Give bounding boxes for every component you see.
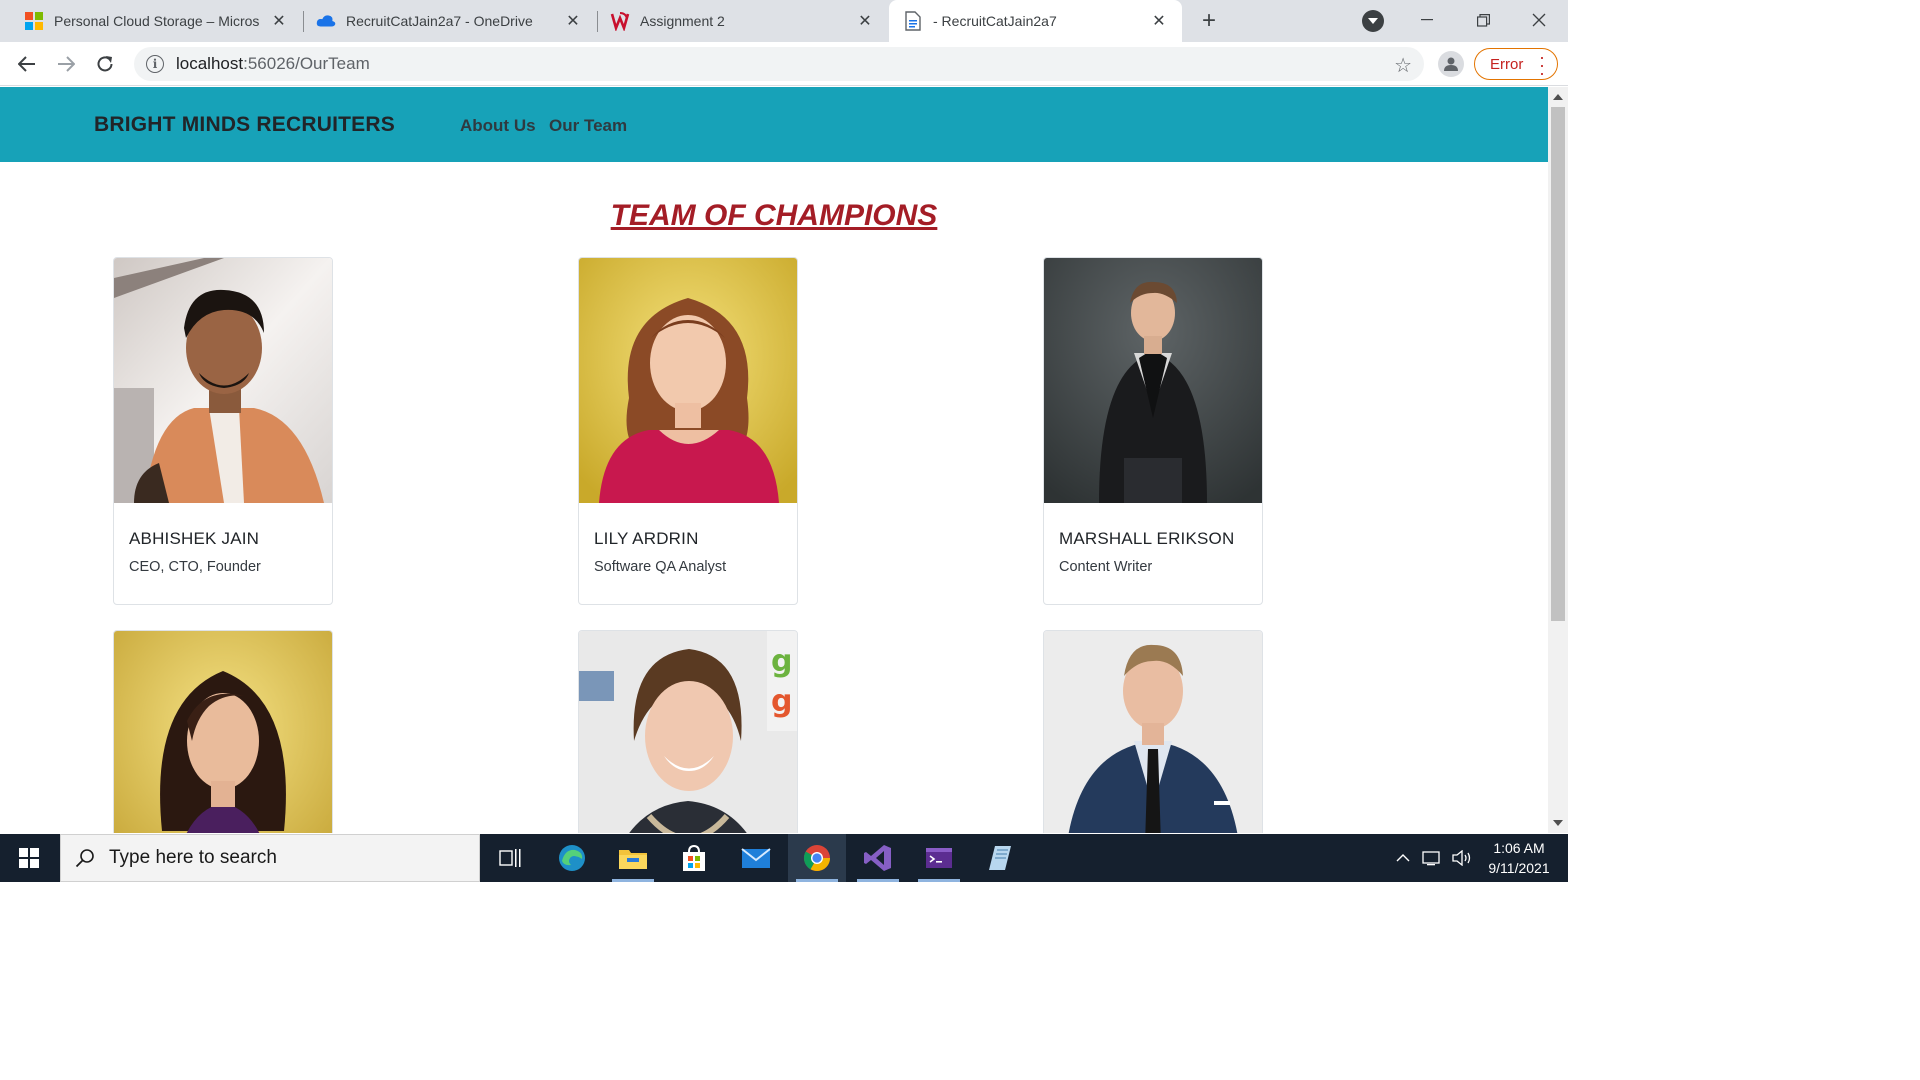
member-photo: g g (579, 631, 797, 833)
back-arrow-icon[interactable] (12, 49, 42, 79)
card-body: ABHISHEK JAIN CEO, CTO, Founder (114, 503, 332, 604)
terminal-app-icon[interactable] (910, 834, 968, 882)
microsoft-store-icon[interactable] (665, 834, 723, 882)
scrollbar-thumb[interactable] (1551, 107, 1565, 621)
page-scrollbar[interactable] (1548, 87, 1568, 833)
member-photo (114, 631, 332, 833)
nav-link-about-us[interactable]: About Us (460, 116, 536, 136)
window-close-icon[interactable] (1512, 0, 1566, 40)
minimize-icon[interactable] (1400, 0, 1454, 40)
system-clock[interactable]: 1:06 AM 9/11/2021 (1474, 838, 1564, 878)
university-logo-icon (610, 11, 630, 31)
team-member-card: ABHISHEK JAIN CEO, CTO, Founder (113, 257, 333, 605)
running-indicator (857, 879, 899, 882)
running-indicator (796, 879, 838, 882)
scroll-down-arrow-icon[interactable] (1553, 820, 1563, 826)
url-text[interactable]: localhost:56026/OurTeam (176, 54, 370, 74)
team-member-card: g g (578, 630, 798, 833)
tab-title: Personal Cloud Storage – Micros (54, 13, 260, 29)
member-photo (579, 258, 797, 503)
tab-title: RecruitCatJain2a7 - OneDrive (346, 13, 533, 29)
scroll-up-arrow-icon[interactable] (1553, 94, 1563, 100)
taskbar-search-input[interactable]: Type here to search (60, 834, 480, 882)
site-info-icon[interactable]: i (146, 55, 164, 73)
address-bar[interactable]: i localhost:56026/OurTeam ☆ (134, 47, 1424, 81)
restore-icon[interactable] (1456, 0, 1510, 40)
reload-icon[interactable] (90, 49, 120, 79)
more-vertical-icon: · · · (1539, 47, 1545, 83)
file-explorer-icon[interactable] (604, 834, 662, 882)
bookmark-star-icon[interactable]: ☆ (1394, 53, 1412, 78)
error-menu-button[interactable]: Error · · · (1474, 47, 1558, 83)
tab-personal-cloud-storage[interactable]: Personal Cloud Storage – Micros ✕ (0, 0, 302, 42)
member-name: LILY ARDRIN (594, 529, 699, 548)
team-member-card (113, 630, 333, 833)
tab-search-chevron-icon[interactable] (1362, 10, 1384, 32)
network-icon[interactable] (1420, 834, 1444, 882)
tab-recruitcat-active[interactable]: - RecruitCatJain2a7 ✕ (889, 0, 1182, 42)
new-tab-plus-icon[interactable]: + (1196, 7, 1222, 34)
tab-title: - RecruitCatJain2a7 (933, 13, 1057, 29)
search-icon (75, 849, 94, 868)
running-indicator (612, 879, 654, 882)
onedrive-cloud-icon (316, 11, 336, 31)
error-label: Error (1490, 55, 1524, 73)
member-role: Content Writer (1059, 559, 1153, 575)
member-photo (1044, 631, 1262, 833)
nav-link-our-team[interactable]: Our Team (549, 116, 627, 136)
clock-date: 9/11/2021 (1488, 860, 1550, 876)
windows-taskbar: Type here to search 1:06 AM 9/11/2021 (0, 834, 1568, 882)
tray-overflow-chevron-icon[interactable] (1392, 834, 1414, 882)
member-role: CEO, CTO, Founder (129, 559, 261, 575)
notepad-app-icon[interactable] (971, 834, 1029, 882)
close-icon[interactable]: ✕ (1150, 12, 1168, 30)
running-indicator (918, 879, 960, 882)
close-icon[interactable]: ✕ (856, 12, 874, 30)
chrome-browser-icon[interactable] (788, 834, 846, 882)
svg-text:g: g (771, 644, 792, 679)
card-body: MARSHALL ERIKSON Content Writer (1044, 503, 1262, 604)
page-viewport: BRIGHT MINDS RECRUITERS About Us Our Tea… (0, 87, 1548, 833)
site-brand[interactable]: BRIGHT MINDS RECRUITERS (94, 113, 395, 137)
edge-browser-icon[interactable] (543, 834, 601, 882)
site-header: BRIGHT MINDS RECRUITERS About Us Our Tea… (0, 87, 1548, 162)
svg-text:g: g (771, 684, 792, 719)
task-view-icon[interactable] (481, 834, 539, 882)
visual-studio-icon[interactable] (849, 834, 907, 882)
profile-avatar-icon[interactable] (1438, 51, 1464, 77)
tab-onedrive[interactable]: RecruitCatJain2a7 - OneDrive ✕ (304, 0, 596, 42)
team-member-card: LILY ARDRIN Software QA Analyst (578, 257, 798, 605)
forward-arrow-icon[interactable] (51, 49, 81, 79)
close-icon[interactable]: ✕ (270, 12, 288, 30)
member-name: MARSHALL ERIKSON (1059, 529, 1235, 548)
document-icon (903, 11, 923, 31)
team-member-card (1043, 630, 1263, 833)
member-name: ABHISHEK JAIN (129, 529, 260, 548)
tab-title: Assignment 2 (640, 13, 725, 29)
mail-icon[interactable] (727, 834, 785, 882)
microsoft-logo-icon (24, 11, 44, 31)
close-icon[interactable]: ✕ (564, 12, 582, 30)
card-body: LILY ARDRIN Software QA Analyst (579, 503, 797, 604)
search-placeholder: Type here to search (109, 847, 277, 868)
member-photo (1044, 258, 1262, 503)
browser-toolbar: i localhost:56026/OurTeam ☆ Error · · · (0, 42, 1568, 86)
page-title: TEAM OF CHAMPIONS (610, 199, 938, 232)
team-member-card: MARSHALL ERIKSON Content Writer (1043, 257, 1263, 605)
windows-start-icon[interactable] (0, 834, 58, 882)
browser-tab-strip: Personal Cloud Storage – Micros ✕ Recrui… (0, 0, 1568, 42)
volume-icon[interactable] (1450, 834, 1474, 882)
member-photo (114, 258, 332, 503)
clock-time: 1:06 AM (1493, 840, 1545, 856)
tab-assignment-2[interactable]: Assignment 2 ✕ (598, 0, 888, 42)
member-role: Software QA Analyst (594, 559, 727, 575)
